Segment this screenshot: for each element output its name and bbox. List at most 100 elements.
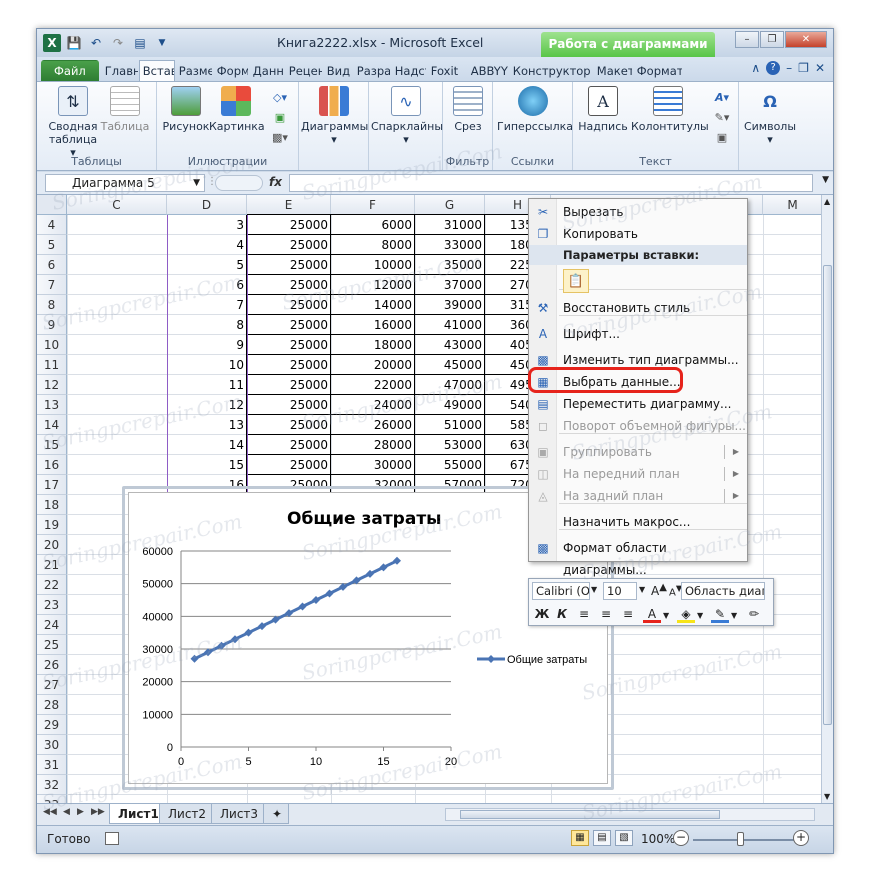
vertical-scrollbar[interactable]: ▲ ▼ [821,195,833,803]
expand-formula-icon[interactable]: ▼ [822,175,829,185]
wordart-icon[interactable]: A▾ [709,88,735,108]
horizontal-scroll-thumb[interactable] [460,810,720,819]
italic-button[interactable]: К [553,605,571,623]
column-header-m[interactable]: M [763,195,821,215]
table-cell[interactable]: 51000 [415,415,485,435]
outline-color-dropdown-icon[interactable]: ▼ [731,611,737,620]
scroll-down-icon[interactable]: ▼ [824,792,830,801]
table-cell[interactable]: 55000 [415,455,485,475]
fill-color-dropdown-icon[interactable]: ▼ [697,611,703,620]
table-cell[interactable]: 14 [167,435,247,455]
undo-icon[interactable]: ↶ [87,34,105,52]
row-header[interactable]: 28 [37,695,67,715]
font-size-field[interactable]: 10 [603,582,637,600]
column-header-f[interactable]: F [331,195,415,215]
sparklines-button[interactable]: ∿ Спарклайны ▾ [371,86,443,146]
page-break-view-button[interactable]: ▧ [615,830,633,846]
tab-layout[interactable]: Макет [593,60,633,81]
object-icon[interactable]: ▣ [709,128,735,148]
table-cell[interactable]: 37000 [415,275,485,295]
page-layout-view-button[interactable]: ▤ [593,830,611,846]
zoom-level[interactable]: 100% [641,832,675,846]
customize-icon[interactable]: ▼ [153,34,171,52]
row-header[interactable]: 30 [37,735,67,755]
column-header-e[interactable]: E [247,195,331,215]
table-cell[interactable]: 5 [167,255,247,275]
font-size-dropdown-icon[interactable]: ▼ [639,585,645,594]
save-icon[interactable]: 💾 [65,34,83,52]
row-header[interactable]: 7 [37,275,67,295]
macro-record-icon[interactable] [105,832,119,845]
row-header[interactable]: 26 [37,655,67,675]
table-cell[interactable]: 8 [167,315,247,335]
table-cell[interactable]: 28000 [331,435,415,455]
row-header[interactable]: 33 [37,795,67,803]
signature-line-icon[interactable]: ✎▾ [709,108,735,128]
tab-view[interactable]: Вид [323,60,353,81]
table-cell[interactable]: 24000 [331,395,415,415]
row-header[interactable]: 4 [37,215,67,235]
table-cell[interactable]: 8000 [331,235,415,255]
vertical-scroll-thumb[interactable] [823,265,832,725]
table-cell[interactable]: 35000 [415,255,485,275]
table-cell[interactable]: 25000 [247,335,331,355]
outline-color-icon[interactable]: ✎ [711,605,729,623]
row-header[interactable]: 13 [37,395,67,415]
table-cell[interactable]: 3 [167,215,247,235]
tab-data[interactable]: Данн [249,60,285,81]
row-header[interactable]: 9 [37,315,67,335]
table-cell[interactable]: 25000 [247,235,331,255]
row-header[interactable]: 8 [37,295,67,315]
symbols-button[interactable]: Ω Символы ▾ [741,86,799,146]
name-box[interactable]: Диаграмма 5 ▼ [45,174,205,192]
table-cell[interactable]: 20000 [331,355,415,375]
slicer-button[interactable]: Срез [447,86,489,133]
row-header[interactable]: 14 [37,415,67,435]
table-cell[interactable]: 47000 [415,375,485,395]
table-cell[interactable]: 41000 [415,315,485,335]
table-cell[interactable]: 10000 [331,255,415,275]
sheet-tab-2[interactable]: Лист2 [159,804,216,824]
font-name-dropdown-icon[interactable]: ▼ [591,585,597,594]
menu-item-3[interactable]: ⚒ Восстановить стиль [529,297,747,319]
ribbon-restore-icon[interactable]: ❐ [798,61,809,75]
row-header[interactable]: 10 [37,335,67,355]
table-cell[interactable]: 12 [167,395,247,415]
ribbon-close-icon[interactable]: ✕ [815,61,825,75]
insert-sheet-icon[interactable]: ✦ [263,804,289,824]
table-cell[interactable]: 11 [167,375,247,395]
tab-design[interactable]: Конструктор [509,60,593,81]
table-cell[interactable]: 25000 [247,435,331,455]
table-cell[interactable]: 10 [167,355,247,375]
tab-abbyy[interactable]: ABBYY [467,60,509,81]
screenshot-icon[interactable]: ▩▾ [267,128,293,148]
table-cell[interactable]: 6000 [331,215,415,235]
format-painter-icon[interactable]: ✏ [745,605,763,623]
table-cell[interactable]: 26000 [331,415,415,435]
table-cell[interactable]: 31000 [415,215,485,235]
row-header[interactable]: 29 [37,715,67,735]
font-name-field[interactable]: Calibri (Осн [532,582,590,600]
increase-font-icon[interactable]: A▲ [651,582,667,598]
table-cell[interactable]: 30000 [331,455,415,475]
table-cell[interactable]: 6 [167,275,247,295]
textbox-button[interactable]: A Надпись [577,86,629,133]
row-header[interactable]: 17 [37,475,67,495]
align-right-icon[interactable]: ≡ [619,605,637,623]
table-cell[interactable]: 25000 [247,355,331,375]
restore-button[interactable]: ❐ [760,31,784,48]
row-header[interactable]: 19 [37,515,67,535]
menu-item-0[interactable]: ✂ Вырезать [529,201,747,223]
zoom-out-button[interactable]: − [673,830,689,846]
table-cell[interactable]: 18000 [331,335,415,355]
shapes-icon[interactable]: ◇▾ [267,88,293,108]
bold-button[interactable]: Ж [533,605,551,623]
last-sheet-icon[interactable]: ▶▶ [91,807,105,817]
row-header[interactable]: 5 [37,235,67,255]
column-header-d[interactable]: D [167,195,247,215]
tab-format[interactable]: Формат [633,60,683,81]
tab-page-layout[interactable]: Разме [175,60,213,81]
row-header[interactable]: 25 [37,635,67,655]
table-cell[interactable]: 4 [167,235,247,255]
font-color-icon[interactable]: A [643,605,661,623]
